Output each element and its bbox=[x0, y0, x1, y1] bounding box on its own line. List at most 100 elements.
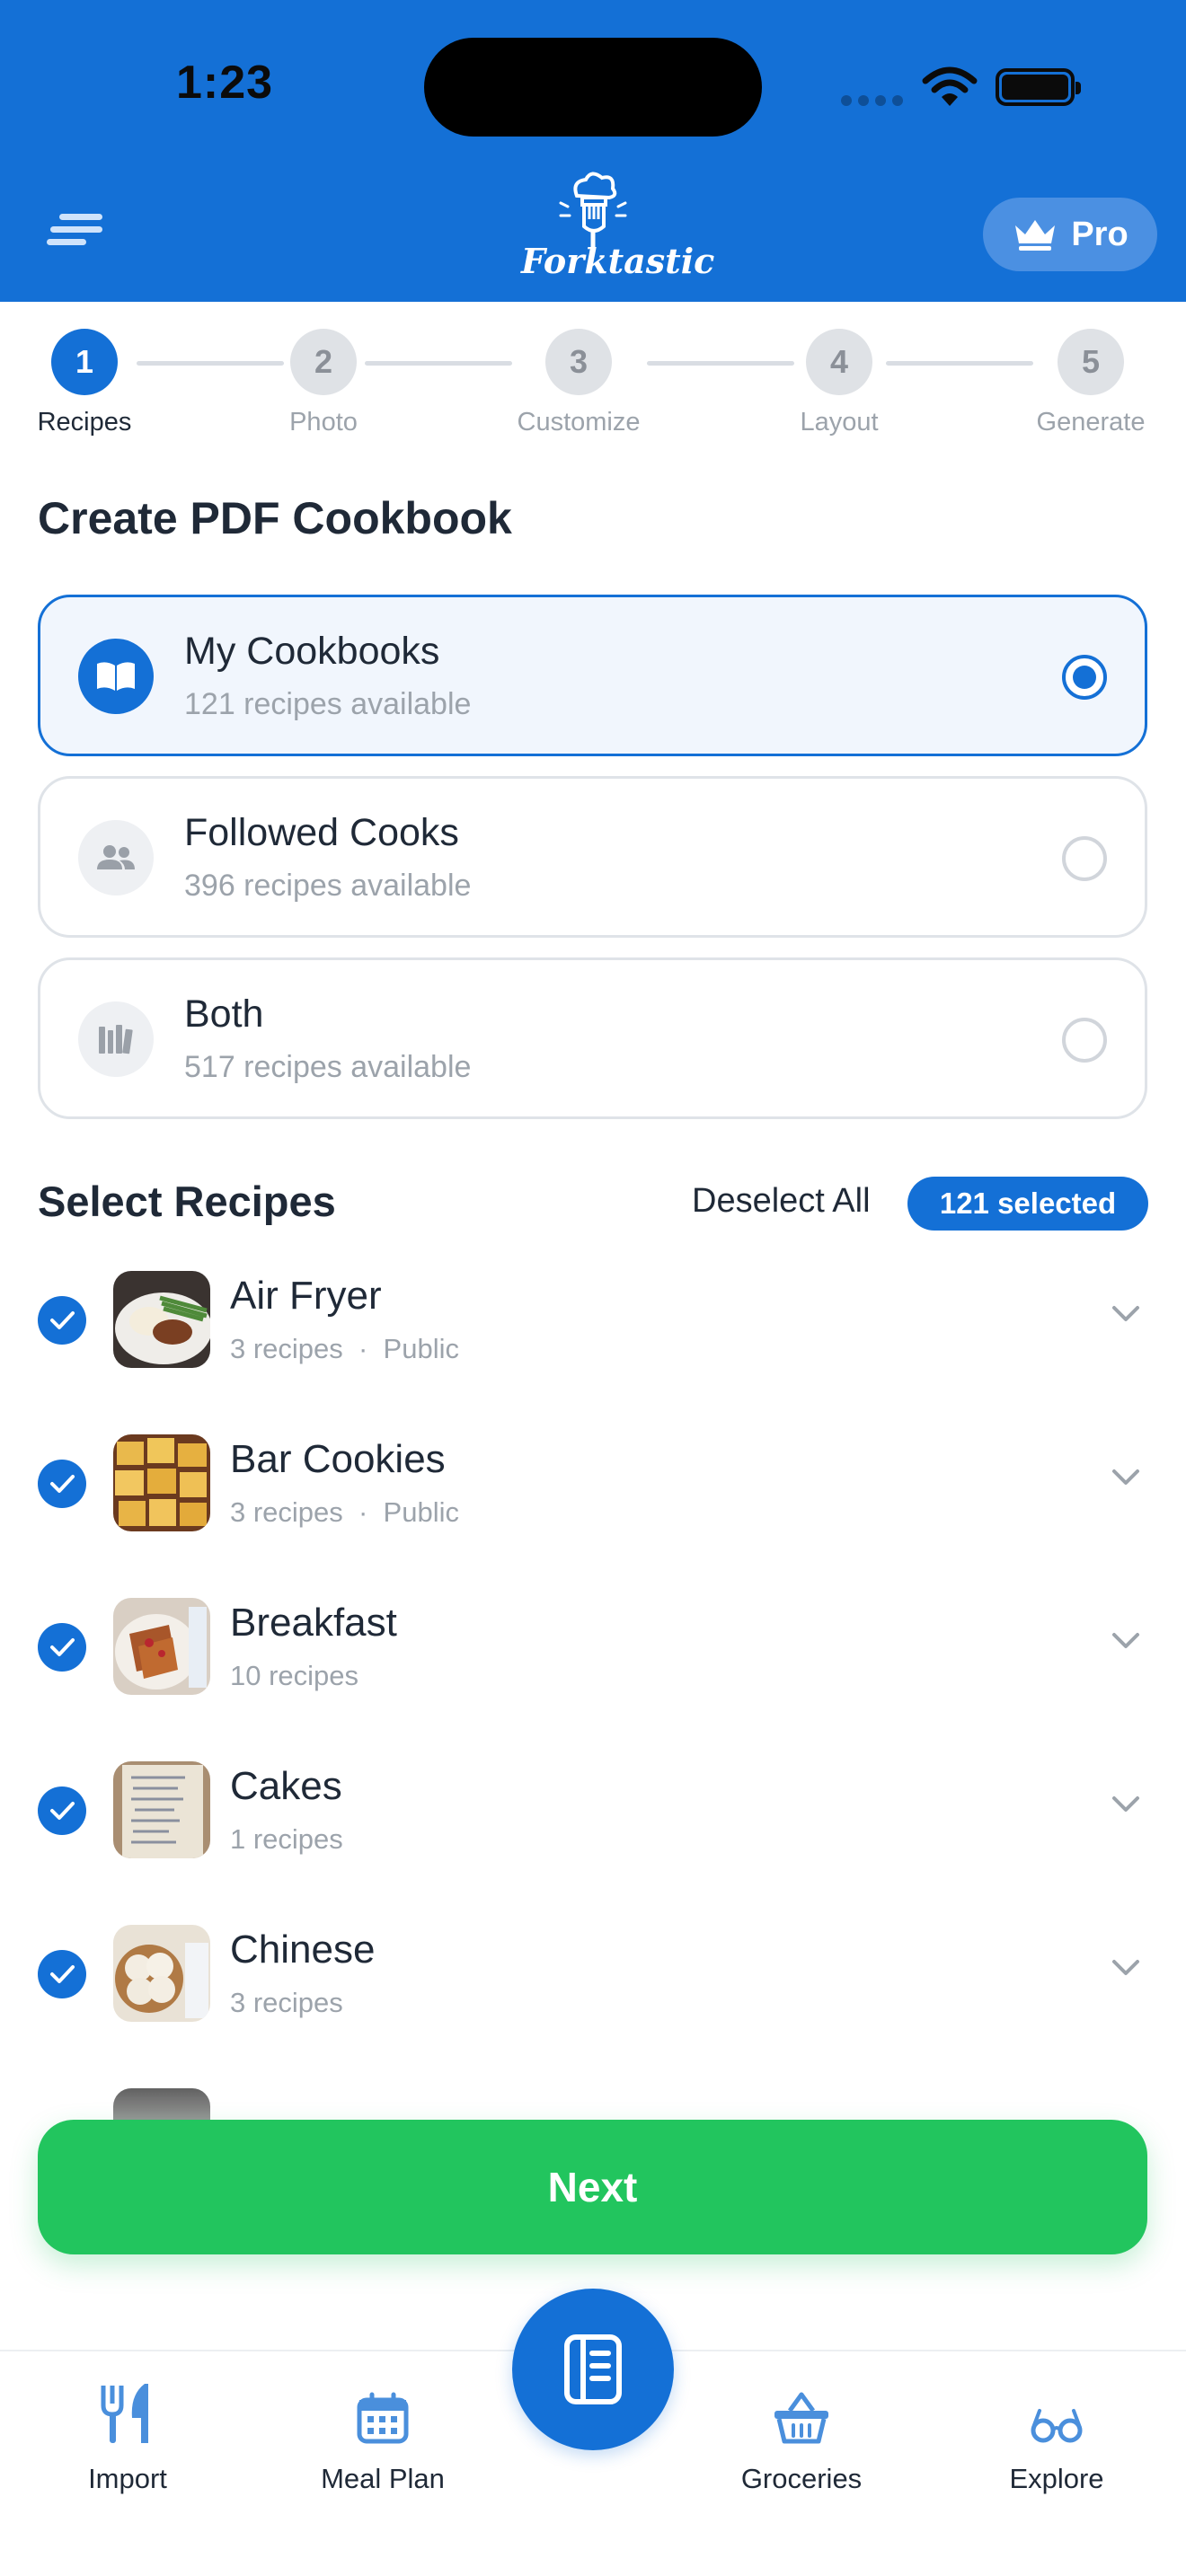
source-my-cookbooks[interactable]: My Cookbooks 121 recipes available bbox=[38, 595, 1147, 756]
recipe-row-air-fryer[interactable]: Air Fryer 3 recipes · Public bbox=[0, 1247, 1186, 1399]
step-layout[interactable]: 4 Layout bbox=[749, 329, 929, 437]
checkbox-checked[interactable] bbox=[38, 1950, 86, 1998]
recipe-row-cakes[interactable]: Cakes 1 recipes bbox=[0, 1737, 1186, 1890]
checkbox-checked[interactable] bbox=[38, 1460, 86, 1508]
checkmark-icon bbox=[50, 1311, 75, 1329]
page-title: Create PDF Cookbook bbox=[38, 493, 512, 543]
checkmark-icon bbox=[50, 1965, 75, 1983]
dynamic-island bbox=[424, 38, 762, 137]
step-generate[interactable]: 5 Generate bbox=[1001, 329, 1181, 437]
recipe-thumbnail bbox=[113, 1761, 210, 1858]
next-button[interactable]: Next bbox=[38, 2120, 1147, 2254]
menu-button[interactable] bbox=[47, 214, 106, 251]
cookbook-fab-button[interactable] bbox=[512, 2289, 674, 2450]
source-both[interactable]: Both 517 recipes available bbox=[38, 957, 1147, 1119]
step-number: 5 bbox=[1058, 329, 1124, 395]
glasses-icon bbox=[1031, 2409, 1083, 2443]
card-subtitle: 121 recipes available bbox=[184, 687, 472, 721]
chevron-down-icon[interactable] bbox=[1111, 1631, 1141, 1651]
checkbox-checked[interactable] bbox=[38, 1786, 86, 1835]
checkmark-icon bbox=[50, 1802, 75, 1820]
step-label: Customize bbox=[517, 408, 641, 437]
wifi-icon bbox=[922, 66, 978, 106]
step-number: 2 bbox=[290, 329, 357, 395]
tab-explore[interactable]: Explore bbox=[958, 2369, 1155, 2495]
card-title: Followed Cooks bbox=[184, 811, 459, 854]
recipe-thumbnail bbox=[113, 1434, 210, 1531]
pro-button[interactable]: Pro bbox=[983, 198, 1157, 271]
recipe-meta: 1 recipes bbox=[230, 1823, 343, 1855]
checkbox-checked[interactable] bbox=[38, 1296, 86, 1345]
card-icon bbox=[78, 820, 154, 895]
step-recipes[interactable]: 1 Recipes bbox=[0, 329, 174, 437]
app-header: 1:23 Forktastic Pro bbox=[0, 0, 1186, 302]
step-number: 4 bbox=[806, 329, 872, 395]
calendar-icon bbox=[357, 2392, 409, 2444]
source-followed-cooks[interactable]: Followed Cooks 396 recipes available bbox=[38, 776, 1147, 938]
recipe-name: Bar Cookies bbox=[230, 1437, 446, 1481]
battery-icon bbox=[996, 68, 1081, 106]
chevron-down-icon[interactable] bbox=[1111, 1468, 1141, 1487]
recipe-meta: 3 recipes · Public bbox=[230, 1333, 459, 1364]
card-icon bbox=[78, 639, 154, 714]
pro-label: Pro bbox=[1071, 215, 1128, 253]
checkmark-icon bbox=[50, 1638, 75, 1656]
step-label: Recipes bbox=[37, 408, 132, 437]
fork-knife-icon bbox=[101, 2384, 148, 2443]
chef-fork-logo-icon bbox=[559, 172, 627, 248]
step-label: Generate bbox=[1036, 408, 1146, 437]
recipe-row-chinese[interactable]: Chinese 3 recipes bbox=[0, 1901, 1186, 2053]
recipe-name: Cakes bbox=[230, 1764, 342, 1808]
logo-text: Forktastic bbox=[521, 241, 715, 281]
signal-icon bbox=[841, 95, 903, 106]
progress-stepper: 1 Recipes 2 Photo 3 Customize 4 Layout 5… bbox=[0, 302, 1186, 454]
radio-unselected[interactable] bbox=[1062, 836, 1107, 881]
checkbox-checked[interactable] bbox=[38, 1623, 86, 1672]
open-book-icon bbox=[97, 662, 135, 691]
step-number: 1 bbox=[51, 329, 118, 395]
crown-icon bbox=[1015, 220, 1056, 251]
tab-meal-plan[interactable]: Meal Plan bbox=[284, 2369, 482, 2495]
chevron-down-icon[interactable] bbox=[1111, 1958, 1141, 1978]
tab-label: Meal Plan bbox=[321, 2463, 445, 2494]
selected-count-badge: 121 selected bbox=[907, 1177, 1148, 1231]
chevron-down-icon[interactable] bbox=[1111, 1795, 1141, 1814]
people-icon bbox=[97, 845, 135, 869]
recipe-name: Air Fryer bbox=[230, 1274, 382, 1318]
tab-import[interactable]: Import bbox=[29, 2369, 226, 2495]
app-logo: Forktastic bbox=[521, 171, 715, 296]
radio-selected[interactable] bbox=[1062, 655, 1107, 700]
status-indicators bbox=[836, 63, 1081, 110]
tab-label: Explore bbox=[1009, 2463, 1104, 2494]
recipe-row-bar-cookies[interactable]: Bar Cookies 3 recipes · Public bbox=[0, 1410, 1186, 1563]
recipe-name: Breakfast bbox=[230, 1601, 397, 1645]
status-time: 1:23 bbox=[176, 57, 274, 109]
tab-label: Groceries bbox=[740, 2463, 863, 2494]
recipe-name: Chinese bbox=[230, 1928, 376, 1972]
basket-icon bbox=[774, 2392, 828, 2444]
card-subtitle: 396 recipes available bbox=[184, 869, 472, 903]
cookbook-icon bbox=[564, 2334, 622, 2404]
chevron-down-icon[interactable] bbox=[1111, 1304, 1141, 1324]
select-recipes-title: Select Recipes bbox=[38, 1178, 336, 1225]
deselect-all-button[interactable]: Deselect All bbox=[692, 1182, 871, 1221]
checkmark-icon bbox=[50, 1475, 75, 1493]
tab-groceries[interactable]: Groceries bbox=[703, 2369, 900, 2495]
recipe-thumbnail bbox=[113, 1598, 210, 1695]
recipe-row-breakfast[interactable]: Breakfast 10 recipes bbox=[0, 1574, 1186, 1726]
library-icon bbox=[99, 1025, 133, 1054]
card-icon bbox=[78, 1001, 154, 1077]
step-photo[interactable]: 2 Photo bbox=[234, 329, 413, 437]
card-subtitle: 517 recipes available bbox=[184, 1050, 472, 1084]
step-customize[interactable]: 3 Customize bbox=[489, 329, 668, 437]
recipe-thumbnail bbox=[113, 1925, 210, 2022]
step-number: 3 bbox=[545, 329, 612, 395]
card-title: My Cookbooks bbox=[184, 630, 440, 673]
step-label: Photo bbox=[289, 408, 358, 437]
card-title: Both bbox=[184, 992, 264, 1036]
radio-unselected[interactable] bbox=[1062, 1018, 1107, 1063]
recipe-thumbnail bbox=[113, 1271, 210, 1368]
tab-label: Import bbox=[88, 2463, 167, 2494]
recipe-meta: 10 recipes bbox=[230, 1660, 359, 1691]
recipe-meta: 3 recipes · Public bbox=[230, 1496, 459, 1528]
